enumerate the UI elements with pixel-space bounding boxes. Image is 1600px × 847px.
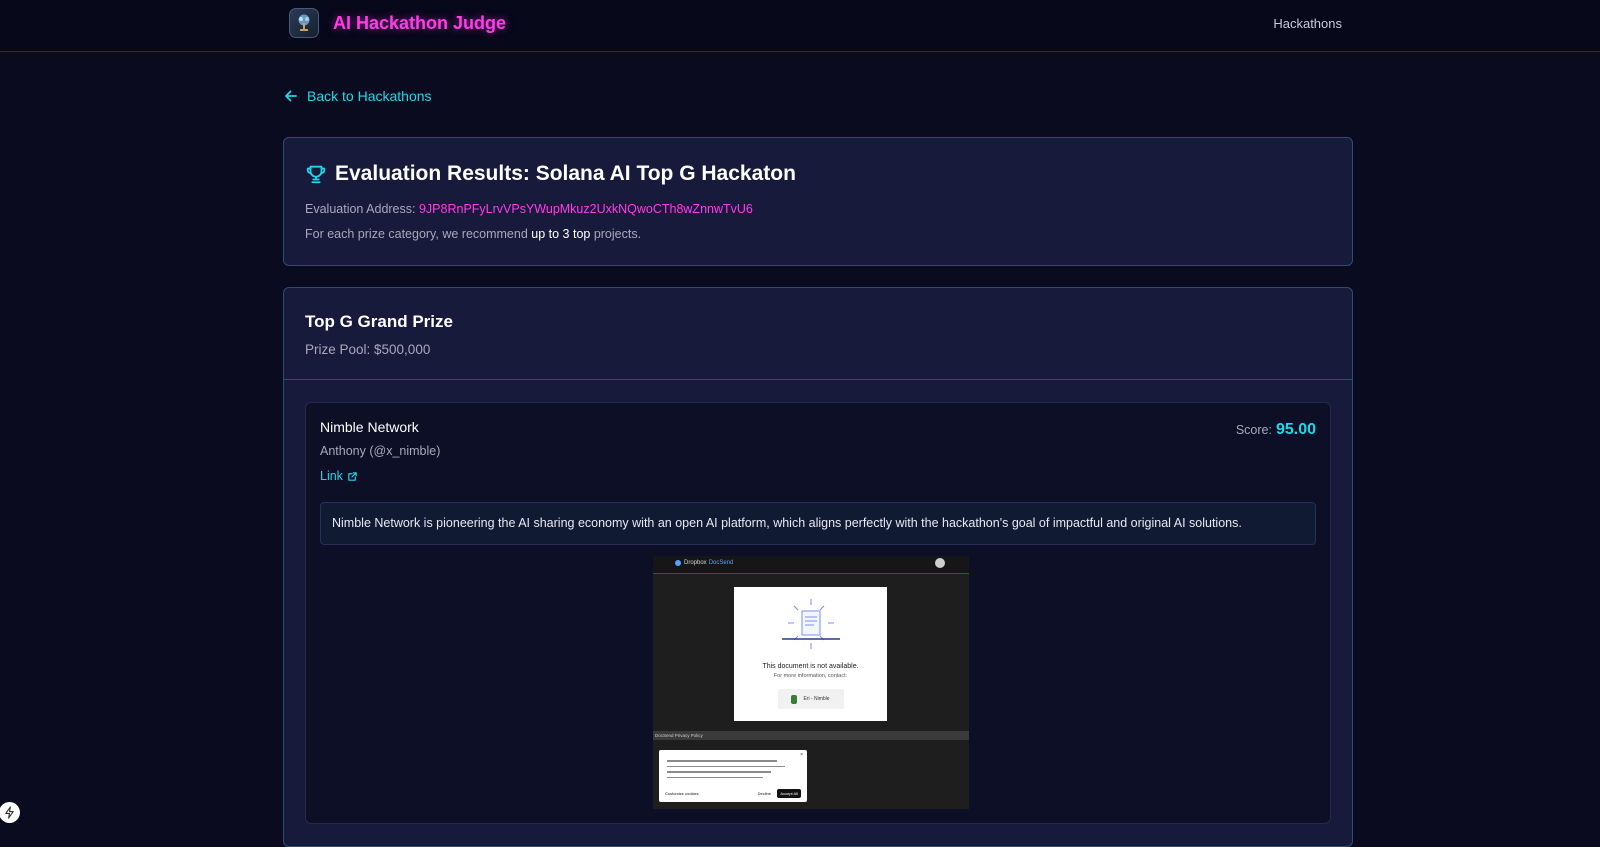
external-link-icon bbox=[348, 471, 357, 481]
prize-category-card: Top G Grand Prize Prize Pool: $500,000 N… bbox=[283, 287, 1353, 847]
project-link[interactable]: Link bbox=[320, 469, 358, 483]
brand[interactable]: AI Hackathon Judge bbox=[289, 8, 506, 38]
cookie-customize: Customize cookies bbox=[665, 791, 699, 796]
project-link-label[interactable]: Link bbox=[320, 469, 343, 483]
evaluation-address-label: Evaluation Address: bbox=[305, 202, 419, 216]
recommendation-note: For each prize category, we recommend up… bbox=[305, 227, 1331, 241]
top-navigation-bar: AI Hackathon Judge Hackathons bbox=[0, 0, 1600, 52]
evaluation-summary-card: Evaluation Results: Solana AI Top G Hack… bbox=[283, 137, 1353, 266]
recommend-suffix: projects. bbox=[590, 227, 642, 241]
score-label: Score: bbox=[1235, 423, 1272, 437]
recommend-prefix: For each prize category, we recommend bbox=[305, 227, 532, 241]
prize-header: Top G Grand Prize Prize Pool: $500,000 bbox=[284, 288, 1352, 380]
tree-logo-icon bbox=[289, 8, 319, 38]
avatar bbox=[935, 558, 945, 568]
trophy-icon bbox=[306, 165, 326, 184]
person-icon bbox=[791, 694, 798, 704]
arrow-left-icon bbox=[285, 90, 297, 102]
back-to-hackathons-link[interactable]: Back to Hackathons bbox=[283, 88, 432, 104]
nav-hackathons-link[interactable]: Hackathons bbox=[1273, 16, 1342, 31]
screenshot-more-info-text: For more information, contact: bbox=[773, 673, 848, 679]
cookie-text-line bbox=[667, 776, 763, 778]
project-entry: Nimble Network Anthony (@x_nimble) Link … bbox=[305, 402, 1331, 824]
cookie-accept: Accept All bbox=[777, 789, 801, 798]
screenshot-document-panel: This document is not available. For more… bbox=[734, 587, 887, 721]
screenshot-cookie-banner: × Customize cookies Decline Accept All bbox=[659, 750, 807, 802]
page-title: Evaluation Results: Solana AI Top G Hack… bbox=[305, 162, 1331, 186]
cookie-text-line bbox=[667, 765, 785, 767]
screenshot-brand-product: DocSend bbox=[708, 560, 734, 566]
project-screenshot[interactable]: Dropbox DocSend This document is not ava… bbox=[653, 556, 969, 809]
judge-rationale: Nimble Network is pioneering the AI shar… bbox=[320, 502, 1316, 545]
project-author: Anthony (@x_nimble) bbox=[320, 444, 441, 458]
screenshot-unavailable-text: This document is not available. bbox=[762, 663, 859, 670]
cookie-decline: Decline bbox=[757, 791, 771, 796]
lightning-bolt-icon[interactable] bbox=[0, 802, 20, 823]
app-title[interactable]: AI Hackathon Judge bbox=[333, 13, 506, 34]
close-icon: × bbox=[800, 752, 803, 758]
prize-pool: Prize Pool: $500,000 bbox=[305, 342, 431, 357]
project-name: Nimble Network bbox=[320, 419, 419, 435]
screenshot-brand: Dropbox DocSend bbox=[675, 560, 733, 566]
screenshot-contact-name: Eri - Nimble bbox=[803, 696, 830, 702]
screenshot-brand-name: Dropbox bbox=[684, 560, 707, 566]
evaluation-address-row: Evaluation Address: 9JP8RnPFyLrvVPsYWupM… bbox=[305, 202, 1331, 216]
prize-title: Top G Grand Prize bbox=[305, 312, 453, 331]
screenshot-top-bar: Dropbox DocSend bbox=[653, 556, 969, 574]
project-score: Score: 95.00 bbox=[1236, 421, 1316, 439]
evaluation-address-value: 9JP8RnPFyLrvVPsYWupMkuz2UxkNQwoCTh8wZnnw… bbox=[418, 202, 753, 216]
cookie-text-line bbox=[667, 771, 771, 773]
recommend-emphasis: up to 3 top bbox=[531, 227, 591, 241]
cookie-text-line bbox=[667, 760, 777, 762]
screenshot-contact-chip: Eri - Nimble bbox=[777, 689, 844, 709]
document-icon bbox=[782, 599, 840, 649]
screenshot-footer-strip: DocSend Privacy Policy bbox=[653, 731, 969, 740]
back-link-label[interactable]: Back to Hackathons bbox=[307, 88, 432, 104]
page-title-text: Evaluation Results: Solana AI Top G Hack… bbox=[335, 162, 796, 185]
score-value: 95.00 bbox=[1275, 421, 1316, 438]
dropbox-icon bbox=[675, 560, 681, 566]
